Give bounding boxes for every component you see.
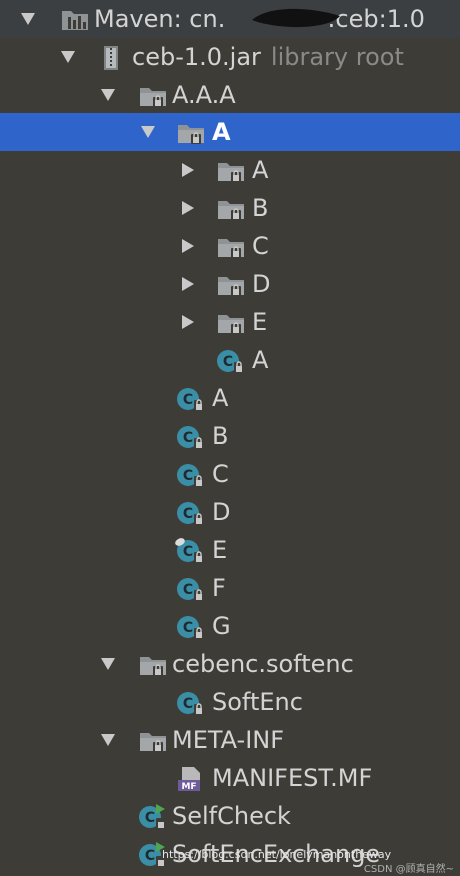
tree-node-package-aaa[interactable]: A.A.A — [0, 76, 460, 114]
tree-node-label: G — [212, 612, 231, 640]
package-folder-icon — [138, 652, 168, 678]
package-folder-icon — [216, 196, 246, 222]
tree-node-subpackage[interactable]: A — [0, 151, 460, 189]
tree-node-jar[interactable]: ceb-1.0.jar library root — [0, 38, 460, 76]
collapse-arrow-icon[interactable] — [100, 88, 116, 102]
collapse-arrow-icon[interactable] — [100, 657, 116, 671]
class-icon — [176, 690, 206, 716]
tree-node-label: D — [212, 498, 231, 526]
library-root-hint: library root — [270, 43, 404, 71]
manifest-file-icon: MF — [178, 767, 200, 792]
tree-node-manifest[interactable]: MF MANIFEST.MF — [0, 759, 460, 797]
tree-node-class[interactable]: C — [0, 455, 460, 493]
tree-node-class[interactable]: B — [0, 417, 460, 455]
tree-node-class[interactable]: F — [0, 569, 460, 607]
tree-node-label: cebenc.softenc — [172, 650, 354, 678]
redaction-mark — [252, 8, 340, 28]
collapse-arrow-icon[interactable] — [60, 50, 76, 64]
package-folder-icon — [138, 83, 168, 109]
tree-node-label: ceb-1.0.jar library root — [132, 43, 404, 71]
class-icon — [176, 424, 206, 450]
tree-node-label: C — [252, 232, 269, 260]
tree-node-label: A — [212, 384, 229, 412]
package-folder-icon — [216, 310, 246, 336]
class-icon — [176, 500, 206, 526]
maven-library-icon — [60, 7, 90, 33]
package-folder-icon — [216, 272, 246, 298]
tree-node-subpackage[interactable]: D — [0, 265, 460, 303]
tree-node-label: F — [212, 574, 226, 602]
tree-node-class[interactable]: A — [0, 379, 460, 417]
expand-arrow-icon[interactable] — [180, 239, 196, 253]
tree-node-package-cebenc[interactable]: cebenc.softenc — [0, 645, 460, 683]
tree-node-package-a-selected[interactable]: A — [0, 113, 460, 151]
jar-archive-icon — [98, 45, 128, 71]
project-tree: Maven: cn.:ceb:1.0 ceb-1.0.jar library ro… — [0, 0, 460, 876]
package-folder-icon — [176, 120, 206, 146]
expand-arrow-icon[interactable] — [180, 163, 196, 177]
tree-node-label: B — [252, 194, 269, 222]
package-folder-icon — [216, 158, 246, 184]
manifest-icon-text: MF — [181, 782, 196, 792]
class-icon — [176, 576, 206, 602]
runnable-class-icon: C — [139, 804, 166, 829]
tree-node-subpackage[interactable]: C — [0, 227, 460, 265]
package-folder-icon — [138, 728, 168, 754]
tree-node-label: C — [212, 460, 229, 488]
tree-node-label: META-INF — [172, 726, 285, 754]
tree-node-label: B — [212, 422, 229, 450]
tree-node-label: SoftEnc — [212, 688, 303, 716]
tree-node-label: E — [212, 536, 228, 564]
svg-text:C: C — [145, 810, 155, 826]
tree-node-label: SelfCheck — [172, 802, 291, 830]
class-icon — [176, 614, 206, 640]
expand-arrow-icon[interactable] — [180, 201, 196, 215]
tree-node-class[interactable]: A — [0, 341, 460, 379]
tree-node-label: E — [252, 308, 268, 336]
expand-arrow-icon[interactable] — [180, 315, 196, 329]
collapse-arrow-icon[interactable] — [20, 12, 36, 26]
watermark-url: https://blog.csdn.net/lonelymanontheway — [162, 848, 392, 861]
tree-node-label: MANIFEST.MF — [212, 764, 373, 792]
tree-node-label: D — [252, 270, 271, 298]
tree-node-runnable-class[interactable]: C SelfCheck — [0, 797, 460, 835]
collapse-arrow-icon[interactable] — [100, 733, 116, 747]
tree-node-label: A — [252, 346, 269, 374]
collapse-arrow-icon[interactable] — [140, 125, 156, 139]
tree-node-label: A — [252, 156, 269, 184]
tree-node-label: A — [212, 118, 231, 146]
tree-node-class[interactable]: E — [0, 531, 460, 569]
modified-marker-icon — [175, 538, 185, 546]
tree-node-class[interactable]: G — [0, 607, 460, 645]
tree-node-class[interactable]: D — [0, 493, 460, 531]
package-folder-icon — [216, 234, 246, 260]
tree-node-subpackage[interactable]: E — [0, 303, 460, 341]
tree-node-class[interactable]: SoftEnc — [0, 683, 460, 721]
class-icon — [176, 386, 206, 412]
svg-text:C: C — [145, 848, 155, 864]
expand-arrow-icon[interactable] — [180, 277, 196, 291]
tree-node-subpackage[interactable]: B — [0, 189, 460, 227]
class-icon — [176, 462, 206, 488]
watermark-credit: CSDN @顾真自然~ — [363, 864, 454, 875]
tree-node-label: A.A.A — [172, 81, 236, 109]
tree-node-maven-root[interactable]: Maven: cn.:ceb:1.0 — [0, 0, 460, 38]
class-icon — [216, 348, 246, 374]
tree-node-meta-inf[interactable]: META-INF — [0, 721, 460, 759]
